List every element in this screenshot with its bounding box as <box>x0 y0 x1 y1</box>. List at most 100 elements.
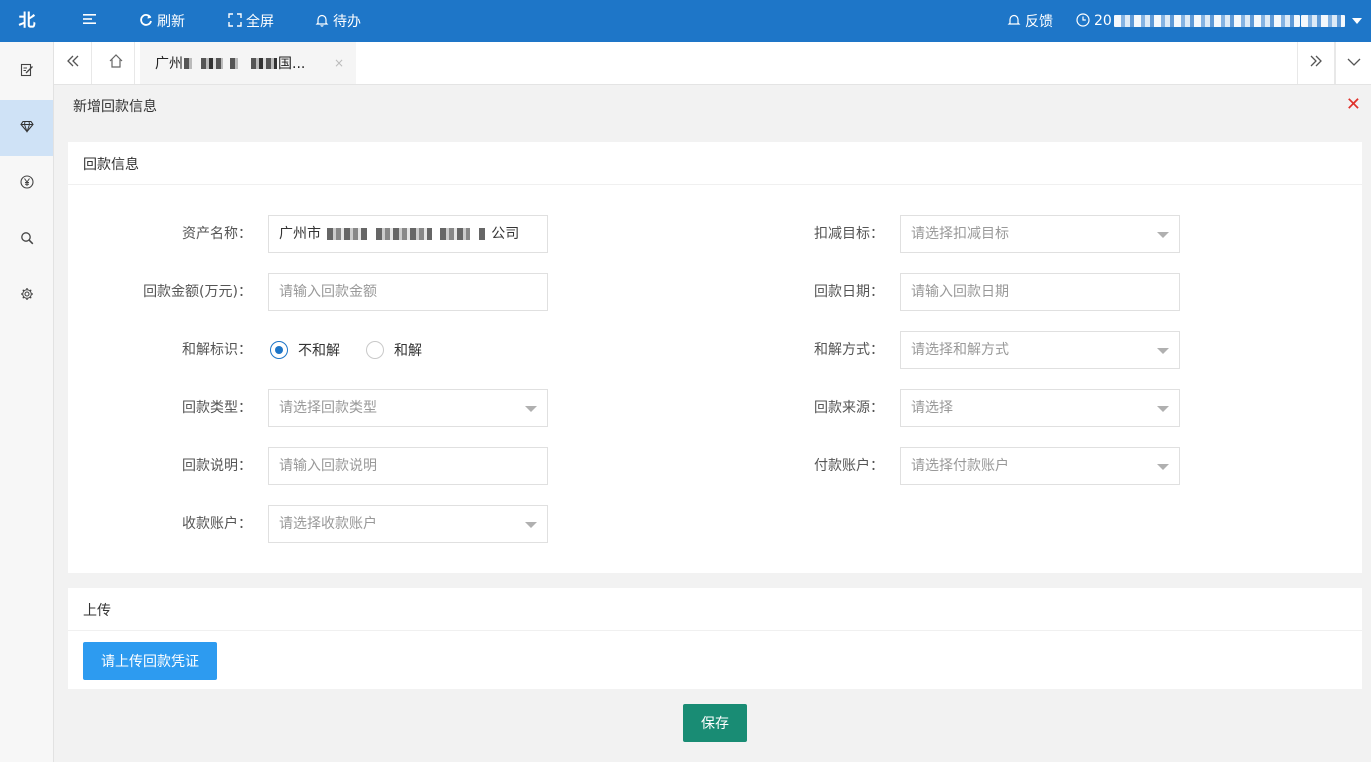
upload-voucher-button[interactable]: 请上传回款凭证 <box>83 642 217 680</box>
desc-input[interactable]: 请输入回款说明 <box>268 447 548 485</box>
top-bar: 北 刷新 全屏 待办 反馈 20 <box>0 0 1371 42</box>
diamond-icon <box>19 119 34 137</box>
payment-info-card: 回款信息 资产名称： 广州市 公司 回款金额(万元)： 请输入回款金额 和解标识… <box>68 142 1362 573</box>
double-chevron-right-icon <box>1309 54 1323 72</box>
settle-method-select[interactable]: 请选择和解方式 <box>900 331 1180 369</box>
pay-account-placeholder: 请选择付款账户 <box>911 458 1009 474</box>
caret-down-icon <box>1157 348 1169 354</box>
home-tab[interactable] <box>97 42 135 84</box>
upload-card: 上传 请上传回款凭证 <box>68 588 1362 689</box>
refresh-label: 刷新 <box>157 14 185 30</box>
caret-down-icon <box>1157 406 1169 412</box>
app-logo[interactable]: 北 <box>0 0 54 42</box>
radio-settle-label: 和解 <box>394 343 422 359</box>
refresh-icon <box>139 13 153 30</box>
desc-label: 回款说明： <box>182 458 252 474</box>
tab-active[interactable]: 广州 国... × <box>140 42 356 84</box>
type-select[interactable]: 请选择回款类型 <box>268 389 548 427</box>
radio-checked-icon <box>270 341 288 359</box>
pay-account-select[interactable]: 请选择付款账户 <box>900 447 1180 485</box>
todo-button[interactable]: 待办 <box>315 0 361 42</box>
todo-label: 待办 <box>333 14 361 30</box>
asset-name-suffix: 公司 <box>491 226 520 242</box>
sidebar <box>0 42 54 762</box>
asset-name-field[interactable]: 广州市 公司 <box>268 215 548 253</box>
sidebar-item-assets[interactable] <box>0 100 53 156</box>
settle-flag-radio-group: 不和解 和解 <box>270 331 448 369</box>
close-icon[interactable]: ✕ <box>1346 96 1361 114</box>
asset-name-redacted-3 <box>440 228 471 240</box>
edit-doc-icon <box>20 63 34 81</box>
datetime-prefix: 20 <box>1094 13 1112 29</box>
sidebar-item-tasks[interactable] <box>0 44 53 100</box>
page-title: 新增回款信息 <box>73 99 157 115</box>
tab-menu-button[interactable] <box>1335 42 1371 84</box>
radio-no-settle[interactable]: 不和解 <box>270 340 340 360</box>
chevron-down-icon <box>1351 13 1363 29</box>
caret-down-icon <box>1157 232 1169 238</box>
fullscreen-button[interactable]: 全屏 <box>228 0 274 42</box>
deduct-label: 扣减目标： <box>814 226 884 242</box>
caret-down-icon <box>525 522 537 528</box>
asset-name-redacted-4 <box>478 228 485 240</box>
amount-input[interactable]: 请输入回款金额 <box>268 273 548 311</box>
tab-scroll-right-button[interactable] <box>1297 42 1335 84</box>
section-title: 回款信息 <box>83 157 139 173</box>
save-button[interactable]: 保存 <box>683 704 747 742</box>
refresh-button[interactable]: 刷新 <box>139 0 185 42</box>
pay-account-label: 付款账户： <box>814 458 884 474</box>
radio-unchecked-icon <box>366 341 384 359</box>
tab-title-prefix: 广州 <box>155 56 183 72</box>
type-select-placeholder: 请选择回款类型 <box>279 400 377 416</box>
sidebar-item-settings[interactable] <box>0 268 53 324</box>
gear-icon <box>20 287 34 305</box>
sidebar-item-finance[interactable] <box>0 156 53 212</box>
double-chevron-left-icon <box>66 54 80 72</box>
menu-toggle-button[interactable] <box>82 0 98 42</box>
fullscreen-icon <box>228 12 242 30</box>
asset-name-prefix: 广州市 <box>279 226 321 242</box>
deduct-select[interactable]: 请选择扣减目标 <box>900 215 1180 253</box>
tab-close-icon[interactable]: × <box>334 56 344 70</box>
yen-icon <box>19 175 34 193</box>
user-menu[interactable] <box>1301 0 1363 42</box>
tab-title-redacted-1 <box>184 57 192 69</box>
divider <box>68 630 1362 631</box>
feedback-bell-icon <box>1007 13 1021 30</box>
receive-account-select[interactable]: 请选择收款账户 <box>268 505 548 543</box>
bell-icon <box>315 13 329 30</box>
settle-method-label: 和解方式： <box>814 342 884 358</box>
menu-icon <box>82 12 98 30</box>
home-icon <box>108 53 124 73</box>
radio-settle[interactable]: 和解 <box>366 340 422 360</box>
source-select[interactable]: 请选择 <box>900 389 1180 427</box>
amount-label: 回款金额(万元)： <box>143 284 252 300</box>
deduct-placeholder: 请选择扣减目标 <box>911 226 1009 242</box>
feedback-button[interactable]: 反馈 <box>1007 0 1053 42</box>
divider <box>68 184 1362 185</box>
asset-name-redacted-1 <box>327 228 368 240</box>
tab-title-redacted-4 <box>251 57 277 69</box>
sidebar-item-search[interactable] <box>0 212 53 268</box>
fullscreen-label: 全屏 <box>246 14 274 30</box>
tab-title-redacted-3 <box>230 57 238 69</box>
feedback-label: 反馈 <box>1025 14 1053 30</box>
upload-section-title: 上传 <box>83 603 111 619</box>
datetime-display: 20 <box>1076 0 1300 42</box>
username-redacted <box>1301 15 1345 27</box>
clock-icon <box>1076 12 1090 30</box>
date-label: 回款日期： <box>814 284 884 300</box>
page-header: 新增回款信息 ✕ <box>54 86 1371 126</box>
tab-scroll-left-button[interactable] <box>54 42 92 84</box>
receive-account-placeholder: 请选择收款账户 <box>279 516 377 532</box>
tab-title-suffix: 国... <box>278 56 306 72</box>
type-label: 回款类型： <box>182 400 252 416</box>
search-icon <box>20 231 34 249</box>
settle-method-placeholder: 请选择和解方式 <box>911 342 1009 358</box>
date-input[interactable]: 请输入回款日期 <box>900 273 1180 311</box>
caret-down-icon <box>1157 464 1169 470</box>
source-placeholder: 请选择 <box>911 400 953 416</box>
chevron-down-icon <box>1347 55 1361 71</box>
tab-bar: 广州 国... × <box>54 42 1371 85</box>
caret-down-icon <box>525 406 537 412</box>
